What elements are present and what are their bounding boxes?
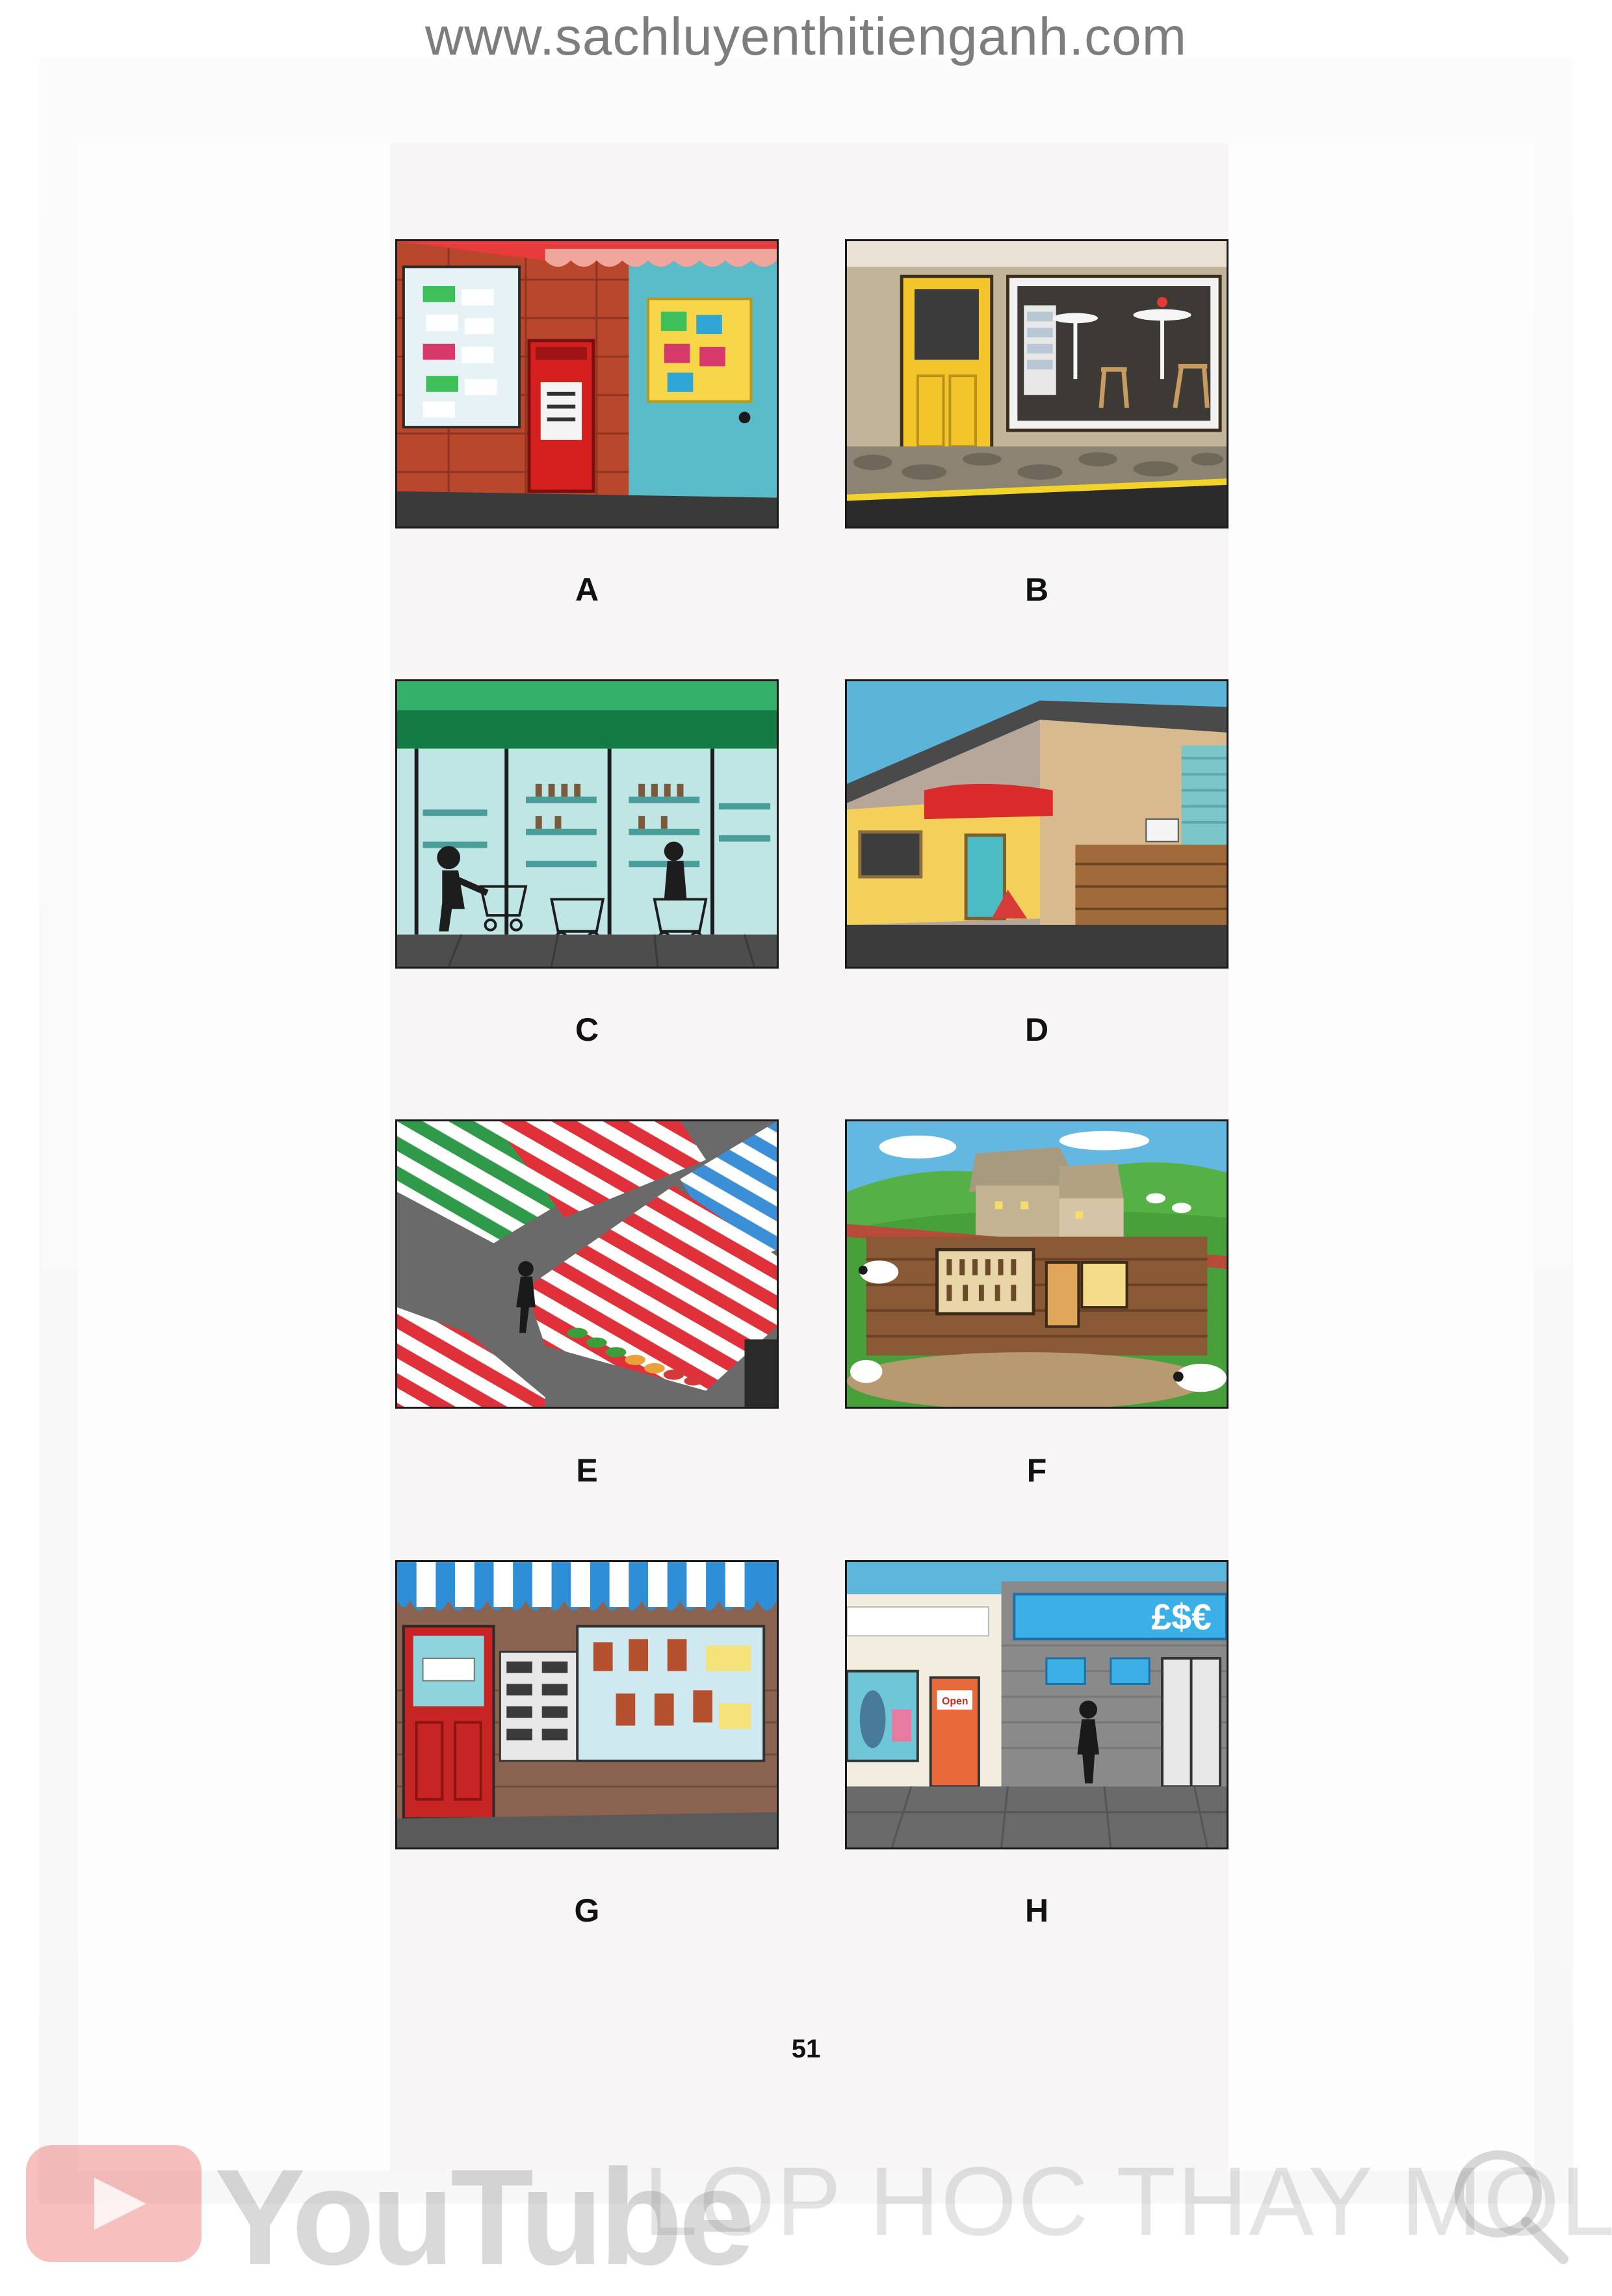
caption-b: B bbox=[1024, 571, 1049, 608]
website-url[interactable]: www.sachluyenthitienganh.com bbox=[0, 7, 1612, 68]
caption-f: F bbox=[1026, 1452, 1047, 1489]
caption-a: A bbox=[575, 571, 599, 608]
picture-e bbox=[395, 1119, 779, 1409]
picture-c bbox=[395, 679, 779, 969]
caption-c: C bbox=[575, 1011, 599, 1048]
picture-b bbox=[845, 239, 1228, 528]
currency-sign: £$€ bbox=[1151, 1597, 1211, 1637]
open-sign: Open bbox=[942, 1696, 968, 1707]
page-number: 51 bbox=[791, 2035, 821, 2063]
caption-g: G bbox=[574, 1892, 600, 1929]
search-icon bbox=[1455, 2150, 1568, 2264]
caption-e: E bbox=[576, 1452, 598, 1489]
caption-d: D bbox=[1024, 1011, 1049, 1048]
picture-a bbox=[395, 239, 779, 528]
picture-f bbox=[845, 1119, 1228, 1409]
youtube-play-icon bbox=[26, 2145, 202, 2262]
picture-g bbox=[395, 1560, 779, 1849]
picture-h: Open £$€ bbox=[845, 1560, 1228, 1849]
caption-h: H bbox=[1024, 1892, 1049, 1929]
picture-d bbox=[845, 679, 1228, 969]
